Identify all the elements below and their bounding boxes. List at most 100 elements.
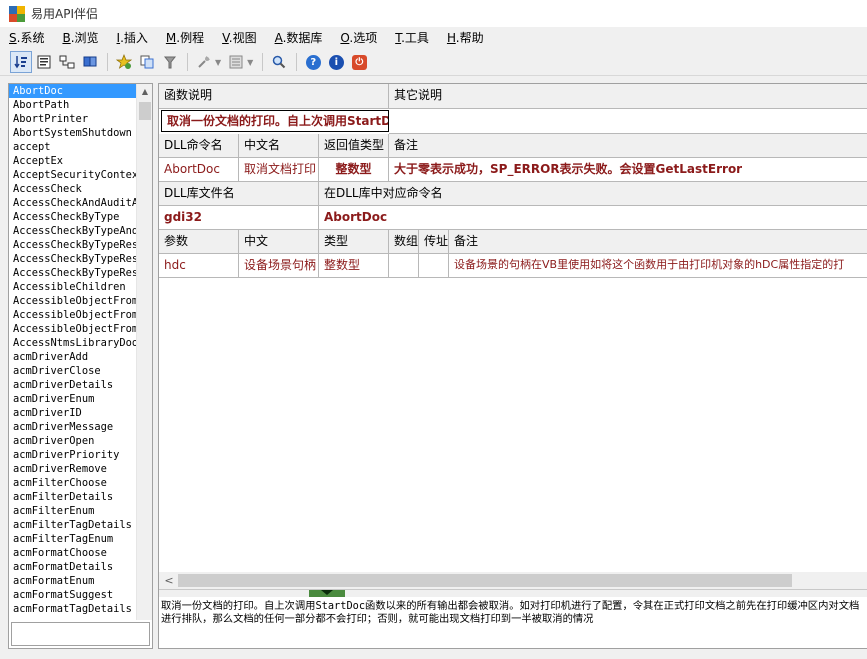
window-title: 易用API伴侣 bbox=[31, 7, 98, 21]
list-item[interactable]: acmDriverDetails bbox=[9, 378, 136, 392]
list-item[interactable]: acmDriverOpen bbox=[9, 434, 136, 448]
list-item[interactable]: AccessCheckByTypeRes bbox=[9, 238, 136, 252]
lib-cmd-header: 在DLL库中对应命令名 bbox=[319, 182, 867, 206]
menu-examples[interactable]: M.例程 bbox=[157, 27, 213, 49]
list-item[interactable]: AccessCheck bbox=[9, 182, 136, 196]
list-item[interactable]: AbortPath bbox=[9, 98, 136, 112]
menu-system[interactable]: S.系统 bbox=[0, 27, 53, 49]
param-ref-value[interactable] bbox=[419, 254, 449, 278]
list-item[interactable]: acmFilterTagEnum bbox=[9, 532, 136, 546]
scroll-left-icon[interactable]: < bbox=[162, 572, 176, 589]
detail-grid: 函数说明 其它说明 取消一份文档的打印。自上次调用StartDoc DLL命令名… bbox=[159, 84, 867, 574]
title-bar: 易用API伴侣 bbox=[0, 0, 867, 27]
pane-splitter[interactable] bbox=[159, 589, 867, 597]
tree-icon[interactable] bbox=[56, 51, 78, 73]
info-icon[interactable]: i bbox=[325, 51, 347, 73]
list-item[interactable]: acmDriverRemove bbox=[9, 462, 136, 476]
menu-options[interactable]: O.选项 bbox=[331, 27, 386, 49]
param-remark-value[interactable]: 设备场景的句柄在VB里使用如将这个函数用于由打印机对象的hDC属性指定的打 bbox=[449, 254, 867, 278]
list-item[interactable]: AccessCheckByTypeRes bbox=[9, 252, 136, 266]
ret-type-value[interactable]: 整数型 bbox=[319, 158, 389, 182]
list-item[interactable]: acmFilterEnum bbox=[9, 504, 136, 518]
list-item[interactable]: AccessNtmsLibraryDoo bbox=[9, 336, 136, 350]
list-item[interactable]: acmDriverEnum bbox=[9, 392, 136, 406]
cn-name-value[interactable]: 取消文档打印 bbox=[239, 158, 319, 182]
list-item[interactable]: acmDriverClose bbox=[9, 364, 136, 378]
list-item[interactable]: AbortDoc bbox=[9, 84, 136, 98]
list-item[interactable]: acmFormatChoose bbox=[9, 546, 136, 560]
list-item[interactable]: acmFilterTagDetails bbox=[9, 518, 136, 532]
list-item[interactable]: acmFilterDetails bbox=[9, 490, 136, 504]
menu-tools[interactable]: T.工具 bbox=[386, 27, 438, 49]
list-item[interactable]: AcceptEx bbox=[9, 154, 136, 168]
list-item[interactable]: AccessibleObjectFrom bbox=[9, 294, 136, 308]
settings-icon[interactable] bbox=[193, 51, 215, 73]
dll-cmd-value[interactable]: AbortDoc bbox=[159, 158, 239, 182]
settings-dropdown-icon[interactable]: ▼ bbox=[215, 58, 221, 67]
list-item[interactable]: acmFormatEnum bbox=[9, 574, 136, 588]
list-item[interactable]: AccessibleObjectFrom bbox=[9, 322, 136, 336]
list-item[interactable]: AccessibleChildren bbox=[9, 280, 136, 294]
dll-cmd-header: DLL命令名 bbox=[159, 134, 239, 158]
remark-header: 备注 bbox=[389, 134, 867, 158]
list-item[interactable]: AbortPrinter bbox=[9, 112, 136, 126]
list-item[interactable]: acmDriverPriority bbox=[9, 448, 136, 462]
function-list[interactable]: AbortDoc AbortPath AbortPrinter AbortSystem… bbox=[9, 84, 136, 620]
param-cn-value[interactable]: 设备场景句柄 bbox=[239, 254, 319, 278]
collapse-arrow-icon[interactable] bbox=[321, 590, 333, 595]
lib-cmd-value[interactable]: AbortDoc bbox=[319, 206, 867, 230]
param-name-value[interactable]: hdc bbox=[159, 254, 239, 278]
list-item[interactable]: AccessCheckAndAuditA bbox=[9, 196, 136, 210]
menu-view[interactable]: V.视图 bbox=[213, 27, 266, 49]
detail-h-scrollbar[interactable]: < bbox=[159, 572, 867, 589]
layout-dropdown-icon[interactable]: ▼ bbox=[247, 58, 253, 67]
list-item[interactable]: AcceptSecurityContex bbox=[9, 168, 136, 182]
scroll-up-icon[interactable]: ▲ bbox=[137, 84, 153, 100]
help-icon[interactable]: ? bbox=[302, 51, 324, 73]
layout-icon[interactable] bbox=[225, 51, 247, 73]
list-item[interactable]: accept bbox=[9, 140, 136, 154]
function-list-scrollbar[interactable]: ▲ bbox=[136, 84, 152, 620]
book-icon[interactable] bbox=[33, 51, 55, 73]
list-item[interactable]: acmFilterChoose bbox=[9, 476, 136, 490]
list-item[interactable]: AccessibleObjectFrom bbox=[9, 308, 136, 322]
ret-type-header: 返回值类型 bbox=[319, 134, 389, 158]
lib-file-header: DLL库文件名 bbox=[159, 182, 319, 206]
list-item[interactable]: acmDriverID bbox=[9, 406, 136, 420]
param-cn-header: 中文 bbox=[239, 230, 319, 254]
menu-browse[interactable]: B.浏览 bbox=[53, 27, 107, 49]
h-scroll-thumb[interactable] bbox=[178, 574, 792, 587]
search-input[interactable] bbox=[11, 622, 150, 646]
param-header: 参数 bbox=[159, 230, 239, 254]
param-array-value[interactable] bbox=[389, 254, 419, 278]
group-icon[interactable] bbox=[79, 51, 101, 73]
desc-header: 函数说明 bbox=[159, 84, 389, 109]
menu-help[interactable]: H.帮助 bbox=[438, 27, 493, 49]
param-array-header: 数组 bbox=[389, 230, 419, 254]
copy-icon[interactable] bbox=[136, 51, 158, 73]
scroll-thumb[interactable] bbox=[139, 102, 151, 120]
search-icon[interactable] bbox=[268, 51, 290, 73]
lib-file-value[interactable]: gdi32 bbox=[159, 206, 319, 230]
detail-panel: 函数说明 其它说明 取消一份文档的打印。自上次调用StartDoc DLL命令名… bbox=[158, 83, 867, 649]
list-item[interactable]: AccessCheckByTypeAnd bbox=[9, 224, 136, 238]
menu-insert[interactable]: I.插入 bbox=[108, 27, 157, 49]
other-value[interactable] bbox=[389, 109, 867, 134]
list-item[interactable]: AccessCheckByType bbox=[9, 210, 136, 224]
list-item[interactable]: AbortSystemShutdown bbox=[9, 126, 136, 140]
wand-icon[interactable] bbox=[159, 51, 181, 73]
menu-database[interactable]: A.数据库 bbox=[266, 27, 332, 49]
list-item[interactable]: acmFormatTagDetails bbox=[9, 602, 136, 616]
sort-icon[interactable] bbox=[10, 51, 32, 73]
list-item[interactable]: AccessCheckByTypeRes bbox=[9, 266, 136, 280]
list-item[interactable]: acmFormatDetails bbox=[9, 560, 136, 574]
toolbar: ▼ ▼ ? i ⏻ bbox=[0, 49, 867, 76]
param-type-value[interactable]: 整数型 bbox=[319, 254, 389, 278]
list-item[interactable]: acmDriverMessage bbox=[9, 420, 136, 434]
list-item[interactable]: acmDriverAdd bbox=[9, 350, 136, 364]
star-icon[interactable] bbox=[113, 51, 135, 73]
desc-value[interactable]: 取消一份文档的打印。自上次调用StartDoc bbox=[161, 110, 389, 132]
list-item[interactable]: acmFormatSuggest bbox=[9, 588, 136, 602]
power-icon[interactable]: ⏻ bbox=[348, 51, 370, 73]
remark-value[interactable]: 大于零表示成功，SP_ERROR表示失败。会设置GetLastError bbox=[389, 158, 867, 182]
